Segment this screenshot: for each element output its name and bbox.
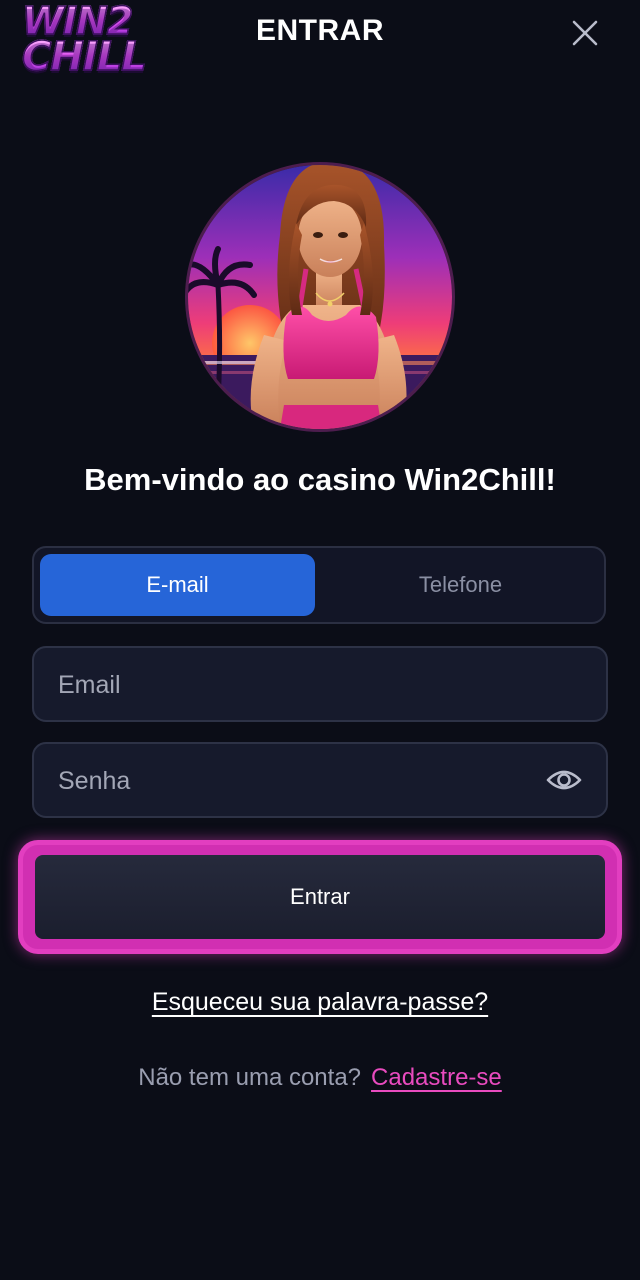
login-button[interactable]: Entrar xyxy=(35,855,605,939)
login-method-tabs: E-mail Telefone xyxy=(32,546,606,624)
signup-row: Não tem uma conta? Cadastre-se xyxy=(0,1064,640,1092)
tab-email[interactable]: E-mail xyxy=(40,554,315,616)
close-icon xyxy=(572,20,598,46)
close-button[interactable] xyxy=(566,14,604,52)
login-modal: WIN2 CHILL ENTRAR Bem-vindo ao casino Wi… xyxy=(0,0,640,1280)
welcome-heading: Bem-vindo ao casino Win2Chill! xyxy=(84,462,556,497)
signup-link[interactable]: Cadastre-se xyxy=(371,1064,502,1091)
tab-phone[interactable]: Telefone xyxy=(323,554,598,616)
email-field-container xyxy=(32,646,608,722)
password-field[interactable] xyxy=(56,744,540,818)
password-field-container xyxy=(32,742,608,818)
avatar xyxy=(188,165,452,429)
page-title: ENTRAR xyxy=(256,14,384,47)
submit-highlight: Entrar xyxy=(18,840,622,954)
email-field[interactable] xyxy=(56,648,540,722)
password-visibility-toggle[interactable] xyxy=(546,764,582,796)
avatar-illustration xyxy=(188,165,452,429)
eye-icon xyxy=(546,770,582,790)
forgot-password-link[interactable]: Esqueceu sua palavra-passe? xyxy=(152,988,488,1016)
no-account-text: Não tem uma conta? xyxy=(138,1064,362,1091)
forgot-password-row: Esqueceu sua palavra-passe? xyxy=(0,988,640,1017)
